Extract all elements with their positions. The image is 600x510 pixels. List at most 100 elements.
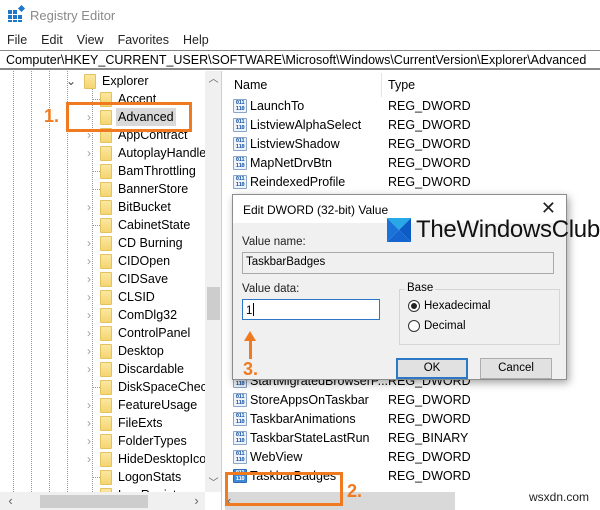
column-divider[interactable] [381, 73, 382, 97]
menu-favorites[interactable]: Favorites [118, 33, 169, 47]
folder-icon [100, 272, 112, 287]
tree-item-label: CabinetState [118, 218, 191, 232]
dword-value-icon: 011110 [233, 412, 247, 426]
chevron-right-icon[interactable]: › [84, 360, 94, 378]
tree-connector [92, 171, 100, 172]
tree-item[interactable]: › FolderTypes [0, 432, 205, 450]
tree-item[interactable]: › FileExts [0, 414, 205, 432]
tree-horizontal-scrollbar[interactable]: ‹ › [0, 492, 205, 510]
value-row[interactable]: 011 110 WebView REG_DWORD [225, 448, 600, 467]
tree-item[interactable]: › CLSID [0, 288, 205, 306]
tree-connector [92, 189, 100, 190]
tree-item-label: CLSID [118, 290, 155, 304]
value-row[interactable]: 011 110 ReindexedProfile REG_DWORD [225, 173, 600, 192]
tree-item-label: ComDlg32 [118, 308, 178, 322]
chevron-right-icon[interactable]: › [84, 198, 94, 216]
folder-icon [100, 308, 112, 323]
tree-item[interactable]: BannerStore [0, 180, 205, 198]
thewindowsclub-watermark: TheWindowsClub [387, 216, 600, 244]
chevron-right-icon[interactable]: › [84, 234, 94, 252]
tree-vertical-scrollbar[interactable]: ︿ ﹀ [205, 71, 221, 492]
value-row[interactable]: 011 110 TaskbarAnimations REG_DWORD [225, 410, 600, 429]
tree-item[interactable]: › FeatureUsage [0, 396, 205, 414]
tree-item[interactable]: › HideDesktopIco [0, 450, 206, 468]
menu-help[interactable]: Help [183, 33, 209, 47]
ok-button[interactable]: OK [396, 358, 468, 379]
value-name: MapNetDrvBtn [250, 156, 332, 170]
value-type: REG_DWORD [388, 99, 471, 113]
menu-view[interactable]: View [77, 33, 104, 47]
text-caret [253, 303, 255, 316]
value-row[interactable]: 011 110 LaunchTo REG_DWORD [225, 97, 600, 116]
tree-item[interactable]: › CIDOpen [0, 252, 205, 270]
scrollbar-thumb[interactable] [40, 495, 148, 508]
dialog-title: Edit DWORD (32-bit) Value [243, 203, 389, 217]
dword-value-icon: 011110 [233, 137, 247, 151]
scroll-left-icon[interactable]: ‹ [2, 492, 19, 510]
tree-item[interactable]: › Discardable [0, 360, 205, 378]
column-header-type[interactable]: Type [388, 78, 415, 92]
scroll-right-icon[interactable]: › [188, 492, 205, 510]
value-row[interactable]: 011 110 TaskbarStateLastRun REG_BINARY [225, 429, 600, 448]
radio-button-checked[interactable] [408, 300, 420, 312]
tree-item[interactable]: › Desktop [0, 342, 205, 360]
menu-edit[interactable]: Edit [41, 33, 63, 47]
tree-connector [92, 477, 100, 478]
dword-value-icon: 011110 [233, 99, 247, 113]
value-name-field[interactable]: TaskbarBadges [242, 252, 554, 274]
tree-item[interactable]: › ComDlg32 [0, 306, 205, 324]
chevron-right-icon[interactable]: › [84, 450, 94, 468]
chevron-right-icon[interactable]: › [84, 144, 94, 162]
base-label: Base [405, 282, 436, 294]
folder-icon [100, 200, 112, 215]
tree-item[interactable]: › CD Burning [0, 234, 205, 252]
value-row[interactable]: 011 110 MapNetDrvBtn REG_DWORD [225, 154, 600, 173]
value-row[interactable]: 011 110 ListviewShadow REG_DWORD [225, 135, 600, 154]
chevron-right-icon[interactable]: › [84, 252, 94, 270]
chevron-right-icon[interactable]: › [84, 324, 94, 342]
value-data-input[interactable]: 1 [242, 299, 380, 320]
chevron-right-icon[interactable]: › [84, 432, 94, 450]
value-type: REG_BINARY [388, 431, 469, 445]
chevron-right-icon[interactable]: › [84, 288, 94, 306]
tree-item[interactable]: › CIDSave [0, 270, 205, 288]
folder-icon [100, 398, 112, 413]
tree-item[interactable]: LogonStats [0, 468, 205, 486]
chevron-down-icon[interactable]: ⌄ [66, 72, 76, 90]
chevron-right-icon[interactable]: › [84, 396, 94, 414]
annotation-step-2: 2. [347, 481, 363, 501]
chevron-right-icon[interactable]: › [84, 414, 94, 432]
tree-item[interactable]: › ControlPanel [0, 324, 205, 342]
cancel-button[interactable]: Cancel [480, 358, 552, 379]
address-bar[interactable]: Computer\HKEY_CURRENT_USER\SOFTWARE\Micr… [0, 50, 600, 70]
chevron-right-icon[interactable]: › [84, 270, 94, 288]
menu-file[interactable]: File [7, 33, 27, 47]
chevron-right-icon[interactable]: › [84, 306, 94, 324]
tree-item-label: Explorer [102, 74, 149, 88]
tree-item[interactable]: BamThrottling [0, 162, 205, 180]
tree-item[interactable]: › BitBucket [0, 198, 205, 216]
chevron-right-icon[interactable]: › [84, 342, 94, 360]
column-header-name[interactable]: Name [234, 78, 267, 92]
tree-item-explorer[interactable]: ⌄ Explorer [0, 72, 205, 90]
tree-item-label: FolderTypes [118, 434, 187, 448]
value-row[interactable]: 011 110 StoreAppsOnTaskbar REG_DWORD [225, 391, 600, 410]
radio-decimal[interactable]: Decimal [408, 320, 466, 332]
folder-icon [100, 290, 112, 305]
annotation-arrow-up-icon [244, 331, 256, 359]
tree-item-label: LogonStats [118, 470, 182, 484]
close-icon[interactable]: ✕ [541, 198, 556, 218]
site-watermark: wsxdn.com [526, 490, 593, 504]
registry-editor-icon [8, 4, 26, 22]
folder-icon [100, 218, 112, 233]
radio-button[interactable] [408, 320, 420, 332]
scrollbar-thumb[interactable] [207, 287, 220, 320]
value-row[interactable]: 011 110 ListviewAlphaSelect REG_DWORD [225, 116, 600, 135]
scroll-down-icon[interactable]: ﹀ [205, 475, 221, 492]
tree-item[interactable]: CabinetState [0, 216, 205, 234]
tree-item[interactable]: DiskSpaceCheck [0, 378, 213, 396]
scroll-up-icon[interactable]: ︿ [205, 71, 221, 88]
value-name: TaskbarStateLastRun [250, 431, 370, 445]
radio-hexadecimal[interactable]: Hexadecimal [408, 300, 490, 312]
tree-item[interactable]: › AutoplayHandle [0, 144, 206, 162]
